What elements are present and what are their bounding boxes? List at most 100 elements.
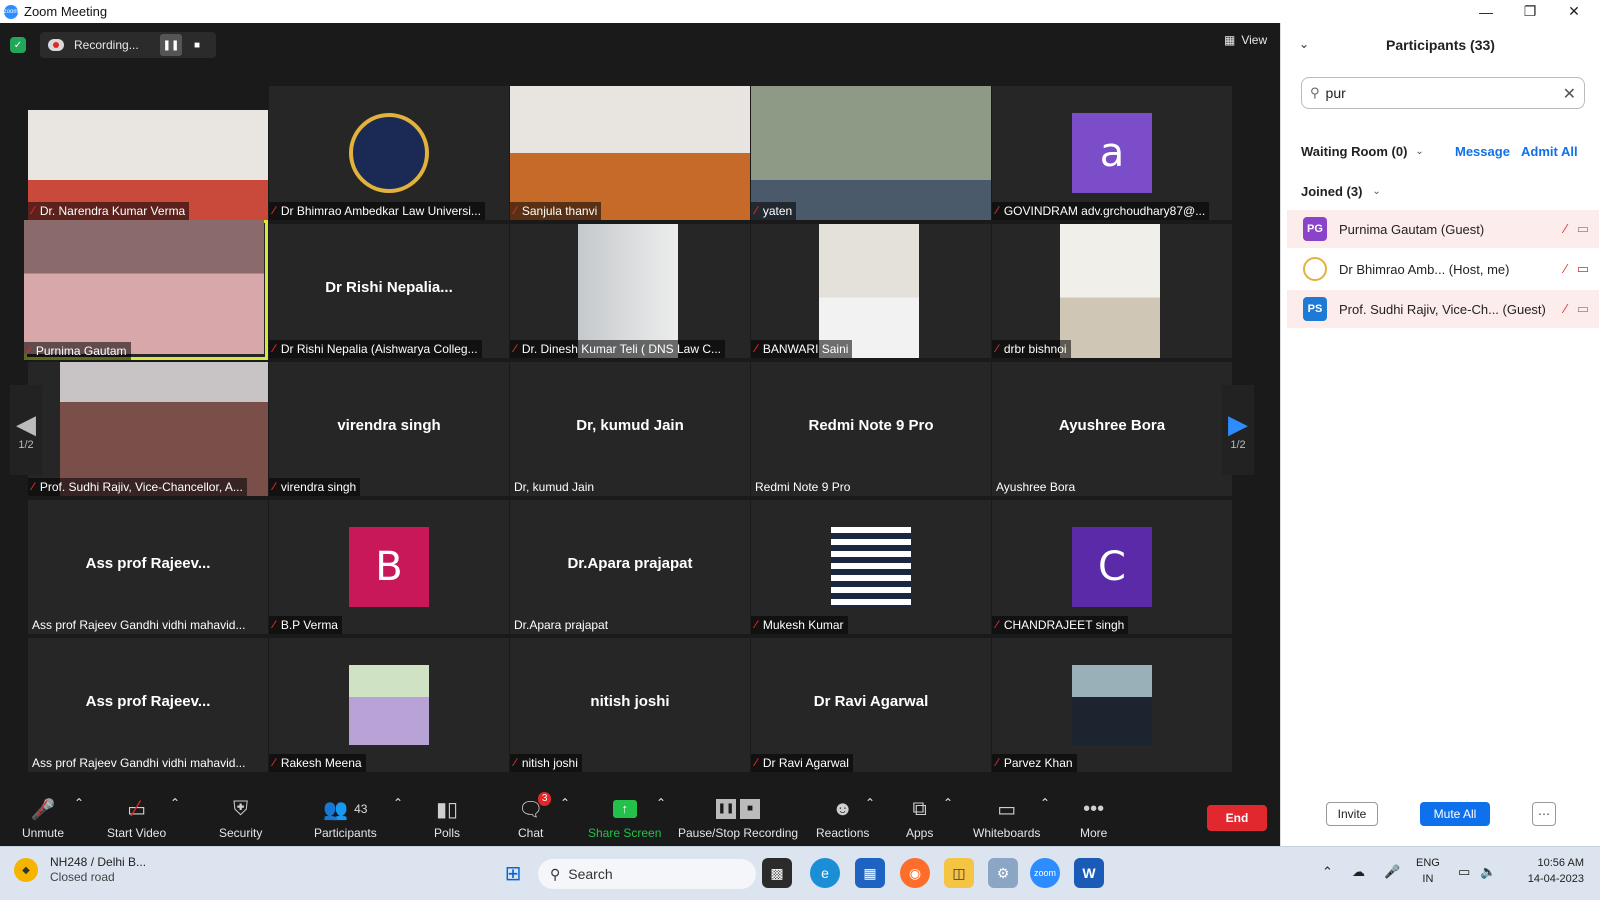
edge-browser-icon[interactable]: e: [810, 858, 840, 888]
chat-button[interactable]: 🗨 3 Chat: [518, 792, 552, 840]
participant-tile[interactable]: C ∕ CHANDRAJEET singh: [992, 500, 1232, 634]
file-explorer-icon[interactable]: ◫: [944, 858, 974, 888]
display-icon[interactable]: ▭: [1458, 864, 1470, 880]
participant-name: Redmi Note 9 Pro: [755, 480, 851, 494]
participant-name: Rakesh Meena: [280, 756, 362, 770]
participants-chevron-icon[interactable]: ⌃: [393, 796, 403, 810]
clear-search-icon[interactable]: ✕: [1563, 84, 1576, 104]
unmute-button[interactable]: 🎤 ⁄ Unmute: [22, 796, 64, 840]
participants-panel: ⌄ Participants (33) ⚲ ✕ Waiting Room (0)…: [1280, 23, 1600, 846]
waiting-room-chevron-icon[interactable]: ⌄: [1415, 146, 1423, 157]
whiteboards-chevron-icon[interactable]: ⌃: [1040, 796, 1050, 810]
admit-all-link[interactable]: Admit All: [1521, 144, 1578, 159]
collapse-chevron-icon[interactable]: ⌄: [1299, 37, 1309, 51]
zoom-taskbar-icon[interactable]: zoom: [1030, 858, 1060, 888]
participant-tile[interactable]: virendra singh ∕ virendra singh: [269, 362, 509, 496]
audio-options-chevron-icon[interactable]: ⌃: [74, 796, 84, 810]
pause-stop-recording-button[interactable]: ❚❚ ■ Pause/Stop Recording: [678, 796, 798, 840]
joined-section[interactable]: Joined (3) ⌄: [1301, 184, 1381, 199]
task-view-icon[interactable]: ▩: [762, 858, 792, 888]
invite-button[interactable]: Invite: [1326, 802, 1378, 826]
polls-button[interactable]: ▮▯ Polls: [434, 796, 460, 841]
participant-row[interactable]: Dr Bhimrao Amb... (Host, me) ∕ ▭: [1287, 250, 1599, 288]
control-panel-icon[interactable]: ⚙: [988, 858, 1018, 888]
reactions-chevron-icon[interactable]: ⌃: [865, 796, 875, 810]
previous-page-button[interactable]: ◀ 1/2: [10, 385, 42, 475]
participant-tile[interactable]: ∕ yaten: [751, 86, 991, 220]
participant-tile[interactable]: Dr.Apara prajapat Dr.Apara prajapat: [510, 500, 750, 634]
participant-tile[interactable]: ∕ Dr Bhimrao Ambedkar Law Universi...: [269, 86, 509, 220]
message-link[interactable]: Message: [1455, 144, 1510, 159]
participant-tile[interactable]: Dr, kumud Jain Dr, kumud Jain: [510, 362, 750, 496]
system-clock[interactable]: 10:56 AM 14-04-2023: [1504, 855, 1584, 887]
language-indicator[interactable]: ENG IN: [1416, 855, 1440, 887]
participant-tile[interactable]: Redmi Note 9 Pro Redmi Note 9 Pro: [751, 362, 991, 496]
participant-tile[interactable]: B ∕ B.P Verma: [269, 500, 509, 634]
participant-tile[interactable]: ∕ Dr. Dinesh Kumar Teli ( DNS Law C...: [510, 224, 750, 358]
windows-start-icon[interactable]: ⊞: [498, 858, 528, 888]
search-input[interactable]: [1325, 85, 1546, 101]
participant-video: [751, 86, 991, 220]
reactions-button[interactable]: ☻ Reactions: [816, 796, 869, 841]
participant-name: Mukesh Kumar: [762, 618, 844, 632]
participant-tile[interactable]: ∕ Mukesh Kumar: [751, 500, 991, 634]
participant-tile[interactable]: ∕ Purnima Gautam: [24, 220, 268, 360]
maximize-button[interactable]: ❐: [1508, 0, 1552, 23]
pause-recording-button[interactable]: ❚❚: [160, 34, 182, 56]
microphone-icon[interactable]: 🎤: [1384, 864, 1400, 880]
stop-recording-button[interactable]: ■: [186, 34, 208, 56]
volume-icon[interactable]: 🔈: [1480, 864, 1496, 880]
avatar: B: [349, 527, 429, 607]
participant-video: [24, 220, 264, 354]
firefox-icon[interactable]: ◉: [900, 858, 930, 888]
share-chevron-icon[interactable]: ⌃: [656, 796, 666, 810]
participant-tile[interactable]: Ass prof Rajeev... Ass prof Rajeev Gandhi…: [28, 500, 268, 634]
participant-tile[interactable]: ∕ drbr bishnoi: [992, 224, 1232, 358]
start-video-button[interactable]: ▭ ⁄ Start Video: [107, 796, 166, 840]
view-button[interactable]: ▦ View: [1224, 33, 1267, 47]
encryption-shield-icon[interactable]: ✓: [10, 37, 26, 53]
participant-row[interactable]: PS Prof. Sudhi Rajiv, Vice-Ch... (Guest) ∕…: [1287, 290, 1599, 328]
network-icon[interactable]: ☁: [1352, 864, 1365, 880]
share-screen-icon: ↑: [612, 796, 637, 822]
participant-tile[interactable]: Dr Ravi Agarwal ∕ Dr Ravi Agarwal: [751, 638, 991, 772]
video-options-chevron-icon[interactable]: ⌃: [170, 796, 180, 810]
microsoft-store-icon[interactable]: ▦: [855, 858, 885, 888]
video-camera-icon: ▭: [1576, 261, 1589, 276]
word-icon[interactable]: W: [1074, 858, 1104, 888]
participant-video: [28, 86, 268, 220]
minimize-button[interactable]: —: [1464, 0, 1508, 23]
apps-chevron-icon[interactable]: ⌃: [943, 796, 953, 810]
next-page-button[interactable]: ▶ 1/2: [1222, 385, 1254, 475]
close-button[interactable]: ✕: [1552, 0, 1596, 23]
participant-tile[interactable]: ∕ Parvez Khan: [992, 638, 1232, 772]
security-button[interactable]: ⛨ Security: [219, 796, 262, 841]
participant-tile[interactable]: a ∕ GOVINDRAM adv.grchoudhary87@...: [992, 86, 1232, 220]
more-button[interactable]: ••• More: [1080, 796, 1107, 841]
mute-all-button[interactable]: Mute All: [1420, 802, 1490, 826]
weather-widget[interactable]: ◆ NH248 / Delhi B... Closed road: [14, 855, 146, 885]
participant-tile[interactable]: ∕ Dr. Narendra Kumar Verma: [28, 86, 268, 220]
participant-tile[interactable]: ∕ Sanjula thanvi: [510, 86, 750, 220]
tray-chevron-icon[interactable]: ⌃: [1322, 864, 1333, 880]
participant-tile[interactable]: Ass prof Rajeev... Ass prof Rajeev Gandhi…: [28, 638, 268, 772]
taskbar-search[interactable]: ⚲ Search: [538, 859, 756, 889]
waiting-room-label[interactable]: Waiting Room (0): [1301, 144, 1407, 159]
participant-tile[interactable]: Dr Rishi Nepalia... ∕ Dr Rishi Nepalia (Ai…: [269, 224, 509, 358]
participant-tile[interactable]: nitish joshi ∕ nitish joshi: [510, 638, 750, 772]
share-screen-button[interactable]: ↑ Share Screen: [588, 796, 661, 840]
participant-tile[interactable]: ∕ BANWARI Saini: [751, 224, 991, 358]
participant-row[interactable]: PG Purnima Gautam (Guest) ∕ ▭: [1287, 210, 1599, 248]
apps-button[interactable]: ⧉ Apps: [906, 796, 933, 841]
end-meeting-button[interactable]: End: [1207, 805, 1267, 831]
whiteboards-button[interactable]: ▭ Whiteboards: [973, 796, 1040, 841]
participant-tile[interactable]: Ayushree Bora Ayushree Bora: [992, 362, 1232, 496]
chat-chevron-icon[interactable]: ⌃: [560, 796, 570, 810]
chat-badge: 3: [537, 792, 552, 806]
participant-tile[interactable]: ∕ Rakesh Meena: [269, 638, 509, 772]
participant-display-name: Redmi Note 9 Pro: [808, 417, 934, 434]
page-indicator-right: 1/2: [1230, 439, 1246, 451]
participants-button[interactable]: 👥 43 Participants: [314, 796, 377, 841]
participant-tile[interactable]: ∕ Prof. Sudhi Rajiv, Vice-Chancellor, A..…: [28, 362, 268, 496]
more-options-icon[interactable]: ⋯: [1532, 802, 1556, 826]
